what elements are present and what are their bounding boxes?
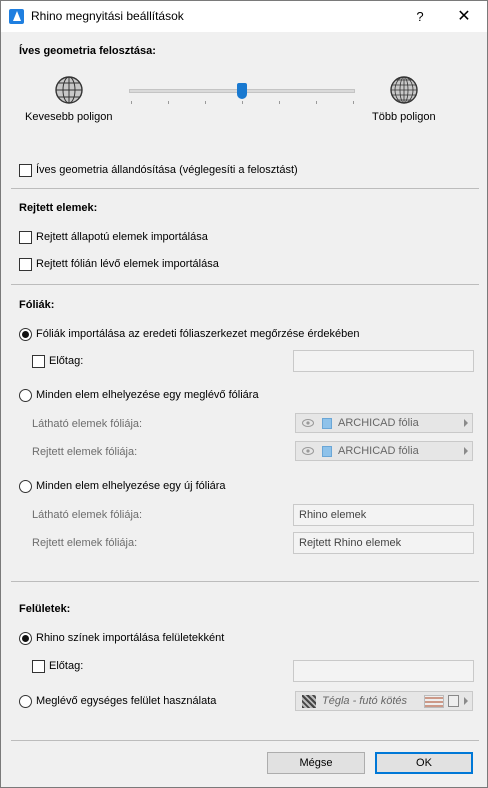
help-button[interactable]: ? <box>405 4 435 30</box>
popup-arrow-icon <box>464 419 468 427</box>
more-polygons-label: Több poligon <box>372 111 436 123</box>
window-title: Rhino megnyitási beállítások <box>31 9 184 23</box>
existing-visible-layer-popup[interactable]: ARCHICAD fólia <box>295 413 473 433</box>
existing-hidden-layer-value: ARCHICAD fólia <box>338 445 419 457</box>
layers-existing-label[interactable]: Minden elem elhelyezése egy meglévő fóli… <box>36 389 259 401</box>
import-hidden-layer-checkbox[interactable] <box>19 258 32 271</box>
tessellation-heading: Íves geometria felosztása: <box>19 45 156 57</box>
less-polygons-label: Kevesebb poligon <box>25 111 113 123</box>
freeze-geometry-label[interactable]: Íves geometria állandósítása (véglegesít… <box>36 164 298 176</box>
hidden-elements-heading: Rejtett elemek: <box>19 202 98 214</box>
cancel-button[interactable]: Mégse <box>267 752 365 774</box>
surfaces-rhino-colors-radio[interactable] <box>19 632 32 645</box>
surface-prefix-label[interactable]: Előtag: <box>49 660 83 672</box>
surfaces-rhino-colors-label[interactable]: Rhino színek importálása felületekként <box>36 632 224 644</box>
separator <box>11 284 479 285</box>
surfaces-heading: Felületek: <box>19 603 71 615</box>
layers-new-label[interactable]: Minden elem elhelyezése egy új fóliára <box>36 480 226 492</box>
ok-button[interactable]: OK <box>375 752 473 774</box>
surface-swatch-icon <box>302 695 316 708</box>
slider-tick <box>242 101 243 104</box>
slider-tick <box>205 101 206 104</box>
existing-visible-layer-value: ARCHICAD fólia <box>338 417 419 429</box>
surfaces-uniform-label[interactable]: Meglévő egységes felület használata <box>36 695 216 707</box>
existing-hidden-layer-popup[interactable]: ARCHICAD fólia <box>295 441 473 461</box>
popup-arrow-icon <box>464 697 468 705</box>
dialog-window: Rhino megnyitási beállítások ? ✕ Íves ge… <box>0 0 488 788</box>
popup-arrow-icon <box>464 447 468 455</box>
layer-icon <box>322 446 332 457</box>
layers-new-radio[interactable] <box>19 480 32 493</box>
surface-preview-icon <box>424 695 444 708</box>
layers-existing-radio[interactable] <box>19 389 32 402</box>
slider-tick <box>279 101 280 104</box>
layer-prefix-checkbox[interactable] <box>32 355 45 368</box>
uniform-surface-popup[interactable]: Tégla - futó kötés <box>295 691 473 711</box>
slider-tick <box>353 101 354 104</box>
layers-heading: Fóliák: <box>19 299 55 311</box>
eye-icon <box>302 447 314 455</box>
surface-settings-icon[interactable] <box>448 695 459 707</box>
surface-prefix-input[interactable] <box>293 660 474 682</box>
import-hidden-state-checkbox[interactable] <box>19 231 32 244</box>
slider-tick <box>316 101 317 104</box>
new-hidden-layer-input[interactable]: Rejtett Rhino elemek <box>293 532 474 554</box>
uniform-surface-value: Tégla - futó kötés <box>322 695 407 707</box>
slider-tick <box>168 101 169 104</box>
surfaces-uniform-radio[interactable] <box>19 695 32 708</box>
separator <box>11 581 479 582</box>
surface-prefix-checkbox[interactable] <box>32 660 45 673</box>
layers-keep-structure-label[interactable]: Fóliák importálása az eredeti fóliaszerk… <box>36 328 359 340</box>
new-visible-layer-input[interactable]: Rhino elemek <box>293 504 474 526</box>
separator <box>11 740 479 741</box>
archicad-app-icon <box>9 9 24 24</box>
slider-tick <box>131 101 132 104</box>
tessellation-slider-thumb[interactable] <box>237 83 247 99</box>
globe-high-poly-icon <box>390 76 418 104</box>
new-visible-layer-label: Látható elemek fóliája: <box>32 509 143 521</box>
existing-visible-layer-label: Látható elemek fóliája: <box>32 418 143 430</box>
import-hidden-state-label[interactable]: Rejtett állapotú elemek importálása <box>36 231 208 243</box>
layer-icon <box>322 418 332 429</box>
new-hidden-layer-label: Rejtett elemek fóliája: <box>32 537 138 549</box>
freeze-geometry-checkbox[interactable] <box>19 164 32 177</box>
layers-keep-structure-radio[interactable] <box>19 328 32 341</box>
title-bar: Rhino megnyitási beállítások ? ✕ <box>1 1 487 32</box>
existing-hidden-layer-label: Rejtett elemek fóliája: <box>32 446 138 458</box>
layer-prefix-input[interactable] <box>293 350 474 372</box>
close-button[interactable]: ✕ <box>449 4 479 30</box>
separator <box>11 188 479 189</box>
layer-prefix-label[interactable]: Előtag: <box>49 355 83 367</box>
eye-icon <box>302 419 314 427</box>
globe-low-poly-icon <box>55 76 83 104</box>
import-hidden-layer-label[interactable]: Rejtett fólián lévő elemek importálása <box>36 258 219 270</box>
